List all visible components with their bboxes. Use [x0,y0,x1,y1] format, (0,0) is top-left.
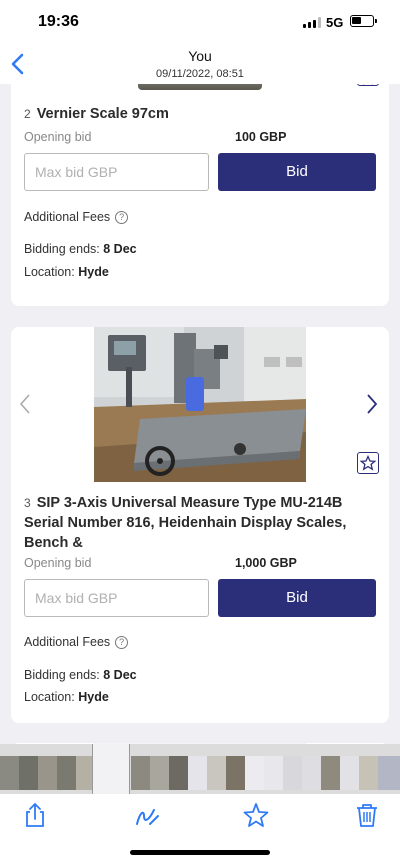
signal-icon [303,17,321,28]
thumbnail-selected[interactable] [92,744,130,794]
status-time: 19:36 [38,13,79,30]
lot-title[interactable]: 2 Vernier Scale 97cm [24,104,374,124]
bidding-ends-label: Bidding ends: [24,242,100,256]
lot-title-text: Vernier Scale 97cm [36,106,169,122]
thumbnail[interactable] [340,756,359,790]
lot-number: 3 [24,496,31,510]
photo-header: You 09/11/2022, 08:51 [0,44,400,84]
lot-number: 2 [24,107,31,121]
thumbnail[interactable] [169,756,188,790]
prev-image-button[interactable] [17,393,35,415]
thumbnail[interactable] [378,756,400,790]
thumbnail[interactable] [321,756,340,790]
delete-button[interactable] [354,802,380,828]
bidding-ends: Bidding ends: 8 Dec [24,242,137,256]
trash-icon [357,804,377,827]
thumbnail[interactable] [131,756,150,790]
opening-bid-value: 100 GBP [235,130,287,144]
photo-thumbnail-strip[interactable] [0,744,400,794]
max-bid-input[interactable]: Max bid GBP [24,153,209,191]
auction-content: 2 Vernier Scale 97cm Opening bid 100 GBP … [0,84,400,744]
lot-image[interactable] [138,84,262,90]
status-bar: 19:36 5G [0,0,400,44]
max-bid-input[interactable]: Max bid GBP [24,579,209,617]
additional-fees-label: Additional Fees [24,210,111,224]
chevron-left-icon [19,394,30,414]
opening-bid-label: Opening bid [24,130,92,144]
thumbnail[interactable] [359,756,378,790]
location: Location: Hyde [24,265,109,279]
location-label: Location: [24,690,75,704]
additional-fees-label: Additional Fees [24,635,111,649]
help-icon[interactable]: ? [115,211,129,224]
opening-bid-value: 1,000 GBP [235,556,297,570]
lot-image[interactable] [94,327,306,482]
thumbnail[interactable] [245,756,264,790]
bid-button[interactable]: Bid [218,579,376,617]
share-icon [26,802,44,827]
network-type: 5G [326,15,344,30]
bidding-ends: Bidding ends: 8 Dec [24,668,137,682]
photo-toolbar [0,794,400,864]
star-outline-icon [363,84,373,85]
photo-owner: You [188,48,212,64]
additional-fees[interactable]: Additional Fees? [24,210,129,224]
thumbnail[interactable] [283,756,302,790]
location-label: Location: [24,265,75,279]
thumbnail[interactable] [150,756,169,790]
watch-button[interactable] [357,84,379,86]
lot-title[interactable]: 3 SIP 3-Axis Universal Measure Type MU-21… [24,493,374,553]
star-icon [243,803,269,827]
battery-icon [350,15,377,27]
thumbnail[interactable] [264,756,283,790]
thumbnail[interactable] [19,756,38,790]
additional-fees[interactable]: Additional Fees? [24,635,129,649]
markup-icon [136,809,159,825]
location-value: Hyde [78,265,109,279]
photo-timestamp: 09/11/2022, 08:51 [156,68,244,80]
thumbnail[interactable] [0,756,19,790]
thumbnail[interactable] [226,756,245,790]
bidding-ends-value: 8 Dec [103,242,137,256]
lot-title-text: SIP 3-Axis Universal Measure Type MU-214… [24,495,347,551]
thumbnail[interactable] [38,756,57,790]
location-value: Hyde [78,690,109,704]
chevron-right-icon [367,394,378,414]
bidding-ends-value: 8 Dec [103,668,137,682]
favorite-button[interactable] [243,802,269,828]
thumbnail[interactable] [207,756,226,790]
star-outline-icon [360,455,376,471]
thumbnail[interactable] [57,756,76,790]
bid-button[interactable]: Bid [218,153,376,191]
thumbnail[interactable] [302,756,321,790]
thumbnail[interactable] [188,756,207,790]
lot-card: 3 SIP 3-Axis Universal Measure Type MU-21… [11,327,389,723]
markup-button[interactable] [134,802,160,828]
location: Location: Hyde [24,690,109,704]
opening-bid-label: Opening bid [24,556,92,570]
watch-button[interactable] [357,452,379,474]
bidding-ends-label: Bidding ends: [24,668,100,682]
machine-photo [94,327,306,482]
next-image-button[interactable] [363,393,381,415]
help-icon[interactable]: ? [115,636,129,649]
share-button[interactable] [22,802,48,828]
home-indicator [130,850,270,855]
lot-card: 2 Vernier Scale 97cm Opening bid 100 GBP … [11,84,389,306]
